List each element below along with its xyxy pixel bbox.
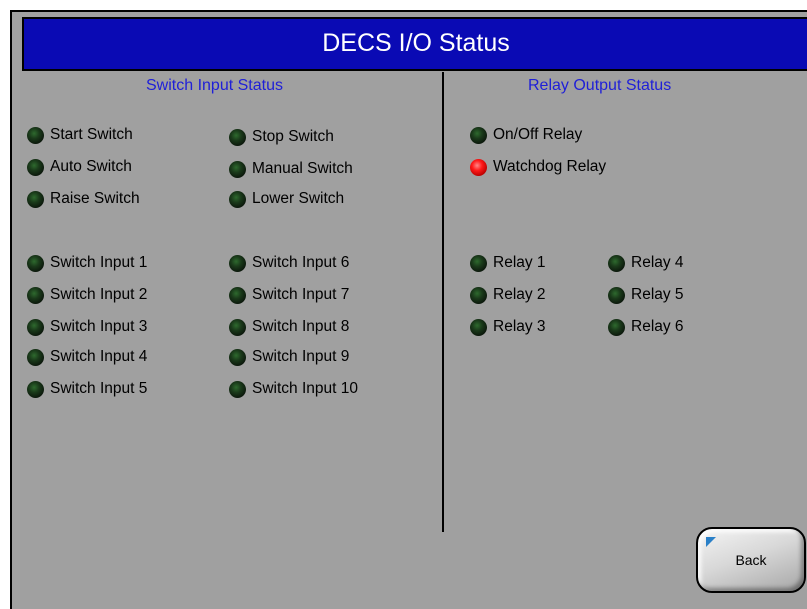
indicator-label: On/Off Relay — [493, 126, 583, 143]
indicator-light-icon — [27, 380, 44, 398]
indicator-label: Switch Input 2 — [50, 286, 148, 303]
indicator-label: Relay 1 — [493, 254, 546, 271]
indicator-light-icon — [229, 190, 246, 208]
indicator-label: Switch Input 8 — [252, 318, 350, 335]
indicator-label: Relay 2 — [493, 286, 546, 303]
section-divider — [442, 72, 444, 532]
indicator-label: Start Switch — [50, 126, 133, 143]
switch-indicator-input-2: Switch Input 2 — [27, 284, 147, 306]
switch-input-heading: Switch Input Status — [146, 77, 283, 94]
indicator-light-icon — [229, 128, 246, 146]
indicator-light-icon — [229, 254, 246, 272]
indicator-label: Switch Input 5 — [50, 380, 148, 397]
back-button-label: Back — [735, 552, 767, 568]
indicator-light-icon — [229, 348, 246, 366]
switch-indicator-input-9: Switch Input 9 — [229, 346, 349, 368]
indicator-light-icon — [27, 190, 44, 208]
relay-indicator-4: Relay 4 — [608, 252, 684, 274]
indicator-label: Switch Input 1 — [50, 254, 148, 271]
switch-indicator-start: Start Switch — [27, 124, 133, 146]
indicator-light-icon — [229, 160, 246, 178]
switch-indicator-raise: Raise Switch — [27, 188, 140, 210]
switch-indicator-input-3: Switch Input 3 — [27, 316, 147, 338]
indicator-light-icon — [229, 380, 246, 398]
relay-indicator-5: Relay 5 — [608, 284, 684, 306]
switch-indicator-input-7: Switch Input 7 — [229, 284, 349, 306]
indicator-label: Stop Switch — [252, 128, 334, 145]
indicator-label: Auto Switch — [50, 158, 132, 175]
indicator-light-icon — [470, 318, 487, 336]
switch-indicator-input-6: Switch Input 6 — [229, 252, 349, 274]
switch-indicator-auto: Auto Switch — [27, 156, 132, 178]
back-button[interactable]: Back — [696, 527, 806, 593]
relay-indicator-watchdog: Watchdog Relay — [470, 156, 606, 178]
indicator-light-icon — [608, 286, 625, 304]
indicator-light-icon — [470, 286, 487, 304]
indicator-light-icon — [27, 318, 44, 336]
page-title: DECS I/O Status — [22, 17, 807, 71]
switch-indicator-stop: Stop Switch — [229, 126, 334, 148]
relay-indicator-on-off: On/Off Relay — [470, 124, 582, 146]
relay-indicator-1: Relay 1 — [470, 252, 546, 274]
indicator-light-icon — [470, 254, 487, 272]
indicator-label: Relay 3 — [493, 318, 546, 335]
indicator-light-icon — [470, 158, 487, 176]
hmi-screen: DECS I/O Status Switch Input Status Rela… — [10, 10, 807, 609]
indicator-label: Switch Input 4 — [50, 348, 148, 365]
switch-indicator-input-8: Switch Input 8 — [229, 316, 349, 338]
indicator-label: Relay 6 — [631, 318, 684, 335]
indicator-light-icon — [229, 318, 246, 336]
indicator-label: Switch Input 10 — [252, 380, 358, 397]
indicator-light-icon — [27, 286, 44, 304]
switch-indicator-input-10: Switch Input 10 — [229, 378, 358, 400]
indicator-label: Lower Switch — [252, 190, 345, 207]
indicator-light-icon — [27, 348, 44, 366]
indicator-label: Relay 4 — [631, 254, 684, 271]
indicator-light-icon — [27, 254, 44, 272]
indicator-light-icon — [608, 318, 625, 336]
relay-indicator-3: Relay 3 — [470, 316, 546, 338]
indicator-light-icon — [608, 254, 625, 272]
relay-output-heading: Relay Output Status — [528, 77, 672, 94]
switch-indicator-input-1: Switch Input 1 — [27, 252, 147, 274]
relay-indicator-2: Relay 2 — [470, 284, 546, 306]
switch-indicator-lower: Lower Switch — [229, 188, 344, 210]
indicator-light-icon — [229, 286, 246, 304]
switch-indicator-input-4: Switch Input 4 — [27, 346, 147, 368]
indicator-light-icon — [27, 126, 44, 144]
indicator-label: Watchdog Relay — [493, 158, 607, 175]
indicator-label: Relay 5 — [631, 286, 684, 303]
indicator-label: Switch Input 7 — [252, 286, 350, 303]
indicator-label: Switch Input 6 — [252, 254, 350, 271]
indicator-light-icon — [27, 158, 44, 176]
switch-indicator-input-5: Switch Input 5 — [27, 378, 147, 400]
switch-indicator-manual: Manual Switch — [229, 158, 353, 180]
indicator-label: Switch Input 3 — [50, 318, 148, 335]
indicator-light-icon — [470, 126, 487, 144]
indicator-label: Raise Switch — [50, 190, 140, 207]
relay-indicator-6: Relay 6 — [608, 316, 684, 338]
indicator-label: Switch Input 9 — [252, 348, 350, 365]
button-corner-icon — [706, 537, 716, 547]
indicator-label: Manual Switch — [252, 160, 353, 177]
